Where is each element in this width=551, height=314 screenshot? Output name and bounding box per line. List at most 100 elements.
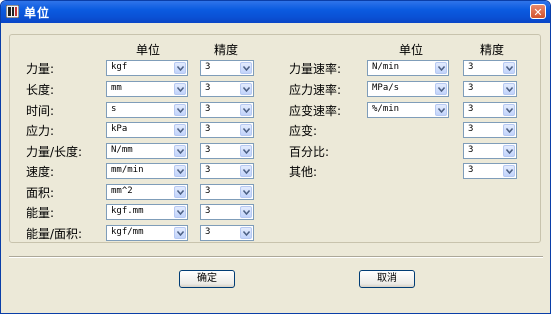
chevron-down-icon[interactable] <box>435 62 447 74</box>
unit-select-value: kgf.mm <box>111 206 144 216</box>
precision-select[interactable]: 3 <box>463 81 517 97</box>
precision-select-value: 3 <box>205 145 211 155</box>
chevron-down-icon[interactable] <box>503 165 515 177</box>
field-label: 面积: <box>26 186 55 200</box>
unit-select[interactable]: mm^2 <box>106 184 188 200</box>
field-label: 其他: <box>289 165 318 179</box>
precision-select[interactable]: 3 <box>200 102 254 118</box>
precision-select-value: 3 <box>468 83 474 93</box>
chevron-down-icon[interactable] <box>174 227 186 239</box>
left-unit-header: 单位 <box>136 43 161 57</box>
precision-select-value: 3 <box>468 145 474 155</box>
chevron-down-icon[interactable] <box>240 165 252 177</box>
separator <box>9 256 543 258</box>
chevron-down-icon[interactable] <box>240 206 252 218</box>
chevron-down-icon[interactable] <box>240 62 252 74</box>
unit-select-value: mm/min <box>111 165 144 175</box>
field-label: 力量: <box>26 62 55 76</box>
settings-group <box>9 34 541 243</box>
precision-select-value: 3 <box>205 206 211 216</box>
right-unit-header: 单位 <box>399 43 424 57</box>
units-dialog: 单位 ✕ 单位 精度 单位 精度 力量: kgf 3 长度: mm 3 时间: s 3 应力: kP… <box>0 0 551 314</box>
chevron-down-icon[interactable] <box>174 62 186 74</box>
chevron-down-icon[interactable] <box>240 145 252 157</box>
precision-select-value: 3 <box>205 124 211 134</box>
precision-select[interactable]: 3 <box>200 60 254 76</box>
precision-select-value: 3 <box>205 227 211 237</box>
precision-select-value: 3 <box>468 62 474 72</box>
precision-select[interactable]: 3 <box>463 102 517 118</box>
chevron-down-icon[interactable] <box>174 206 186 218</box>
chevron-down-icon[interactable] <box>240 124 252 136</box>
precision-select[interactable]: 3 <box>200 204 254 220</box>
field-label: 百分比: <box>289 145 330 159</box>
unit-select[interactable]: s <box>106 102 188 118</box>
chevron-down-icon[interactable] <box>174 145 186 157</box>
precision-select-value: 3 <box>468 104 474 114</box>
unit-select[interactable]: mm/min <box>106 163 188 179</box>
right-precision-header: 精度 <box>480 43 505 57</box>
precision-select[interactable]: 3 <box>200 122 254 138</box>
unit-select-value: N/mm <box>111 145 133 155</box>
chevron-down-icon[interactable] <box>240 104 252 116</box>
precision-select-value: 3 <box>468 124 474 134</box>
chevron-down-icon[interactable] <box>503 104 515 116</box>
chevron-down-icon[interactable] <box>174 83 186 95</box>
chevron-down-icon[interactable] <box>240 227 252 239</box>
unit-select[interactable]: N/min <box>367 60 449 76</box>
unit-select-value: mm^2 <box>111 186 133 196</box>
precision-select[interactable]: 3 <box>463 60 517 76</box>
precision-select[interactable]: 3 <box>200 143 254 159</box>
chevron-down-icon[interactable] <box>174 124 186 136</box>
precision-select[interactable]: 3 <box>200 225 254 241</box>
ok-button[interactable]: 确定 <box>179 270 235 288</box>
chevron-down-icon[interactable] <box>503 62 515 74</box>
precision-select[interactable]: 3 <box>200 184 254 200</box>
precision-select-value: 3 <box>468 165 474 175</box>
chevron-down-icon[interactable] <box>240 186 252 198</box>
field-label: 能量: <box>26 206 55 220</box>
precision-select[interactable]: 3 <box>463 122 517 138</box>
title-bar: 单位 ✕ <box>1 1 550 23</box>
chevron-down-icon[interactable] <box>174 186 186 198</box>
chevron-down-icon[interactable] <box>435 83 447 95</box>
chevron-down-icon[interactable] <box>503 124 515 136</box>
window-title: 单位 <box>24 6 51 20</box>
precision-select-value: 3 <box>205 62 211 72</box>
field-label: 应力: <box>26 124 55 138</box>
unit-select-value: kgf/mm <box>111 227 144 237</box>
chevron-down-icon[interactable] <box>503 83 515 95</box>
unit-select[interactable]: kgf/mm <box>106 225 188 241</box>
cancel-button[interactable]: 取消 <box>359 270 415 288</box>
chevron-down-icon[interactable] <box>174 165 186 177</box>
precision-select[interactable]: 3 <box>463 163 517 179</box>
field-label: 应变速率: <box>289 104 342 118</box>
unit-select-value: mm <box>111 83 122 93</box>
unit-select[interactable]: MPa/s <box>367 81 449 97</box>
unit-select[interactable]: kgf.mm <box>106 204 188 220</box>
field-label: 力量速率: <box>289 62 342 76</box>
precision-select[interactable]: 3 <box>200 81 254 97</box>
field-label: 长度: <box>26 83 55 97</box>
chevron-down-icon[interactable] <box>174 104 186 116</box>
precision-select[interactable]: 3 <box>463 143 517 159</box>
unit-select-value: s <box>111 104 117 114</box>
precision-select-value: 3 <box>205 186 211 196</box>
precision-select-value: 3 <box>205 104 211 114</box>
unit-select-value: %/min <box>372 104 400 114</box>
field-label: 速度: <box>26 165 55 179</box>
left-precision-header: 精度 <box>214 43 239 57</box>
field-label: 应变: <box>289 124 318 138</box>
unit-select-value: MPa/s <box>372 83 400 93</box>
close-button[interactable]: ✕ <box>530 4 546 19</box>
precision-select-value: 3 <box>205 83 211 93</box>
unit-select[interactable]: kgf <box>106 60 188 76</box>
unit-select[interactable]: %/min <box>367 102 449 118</box>
unit-select[interactable]: N/mm <box>106 143 188 159</box>
chevron-down-icon[interactable] <box>240 83 252 95</box>
chevron-down-icon[interactable] <box>503 145 515 157</box>
precision-select[interactable]: 3 <box>200 163 254 179</box>
unit-select[interactable]: mm <box>106 81 188 97</box>
unit-select[interactable]: kPa <box>106 122 188 138</box>
chevron-down-icon[interactable] <box>435 104 447 116</box>
